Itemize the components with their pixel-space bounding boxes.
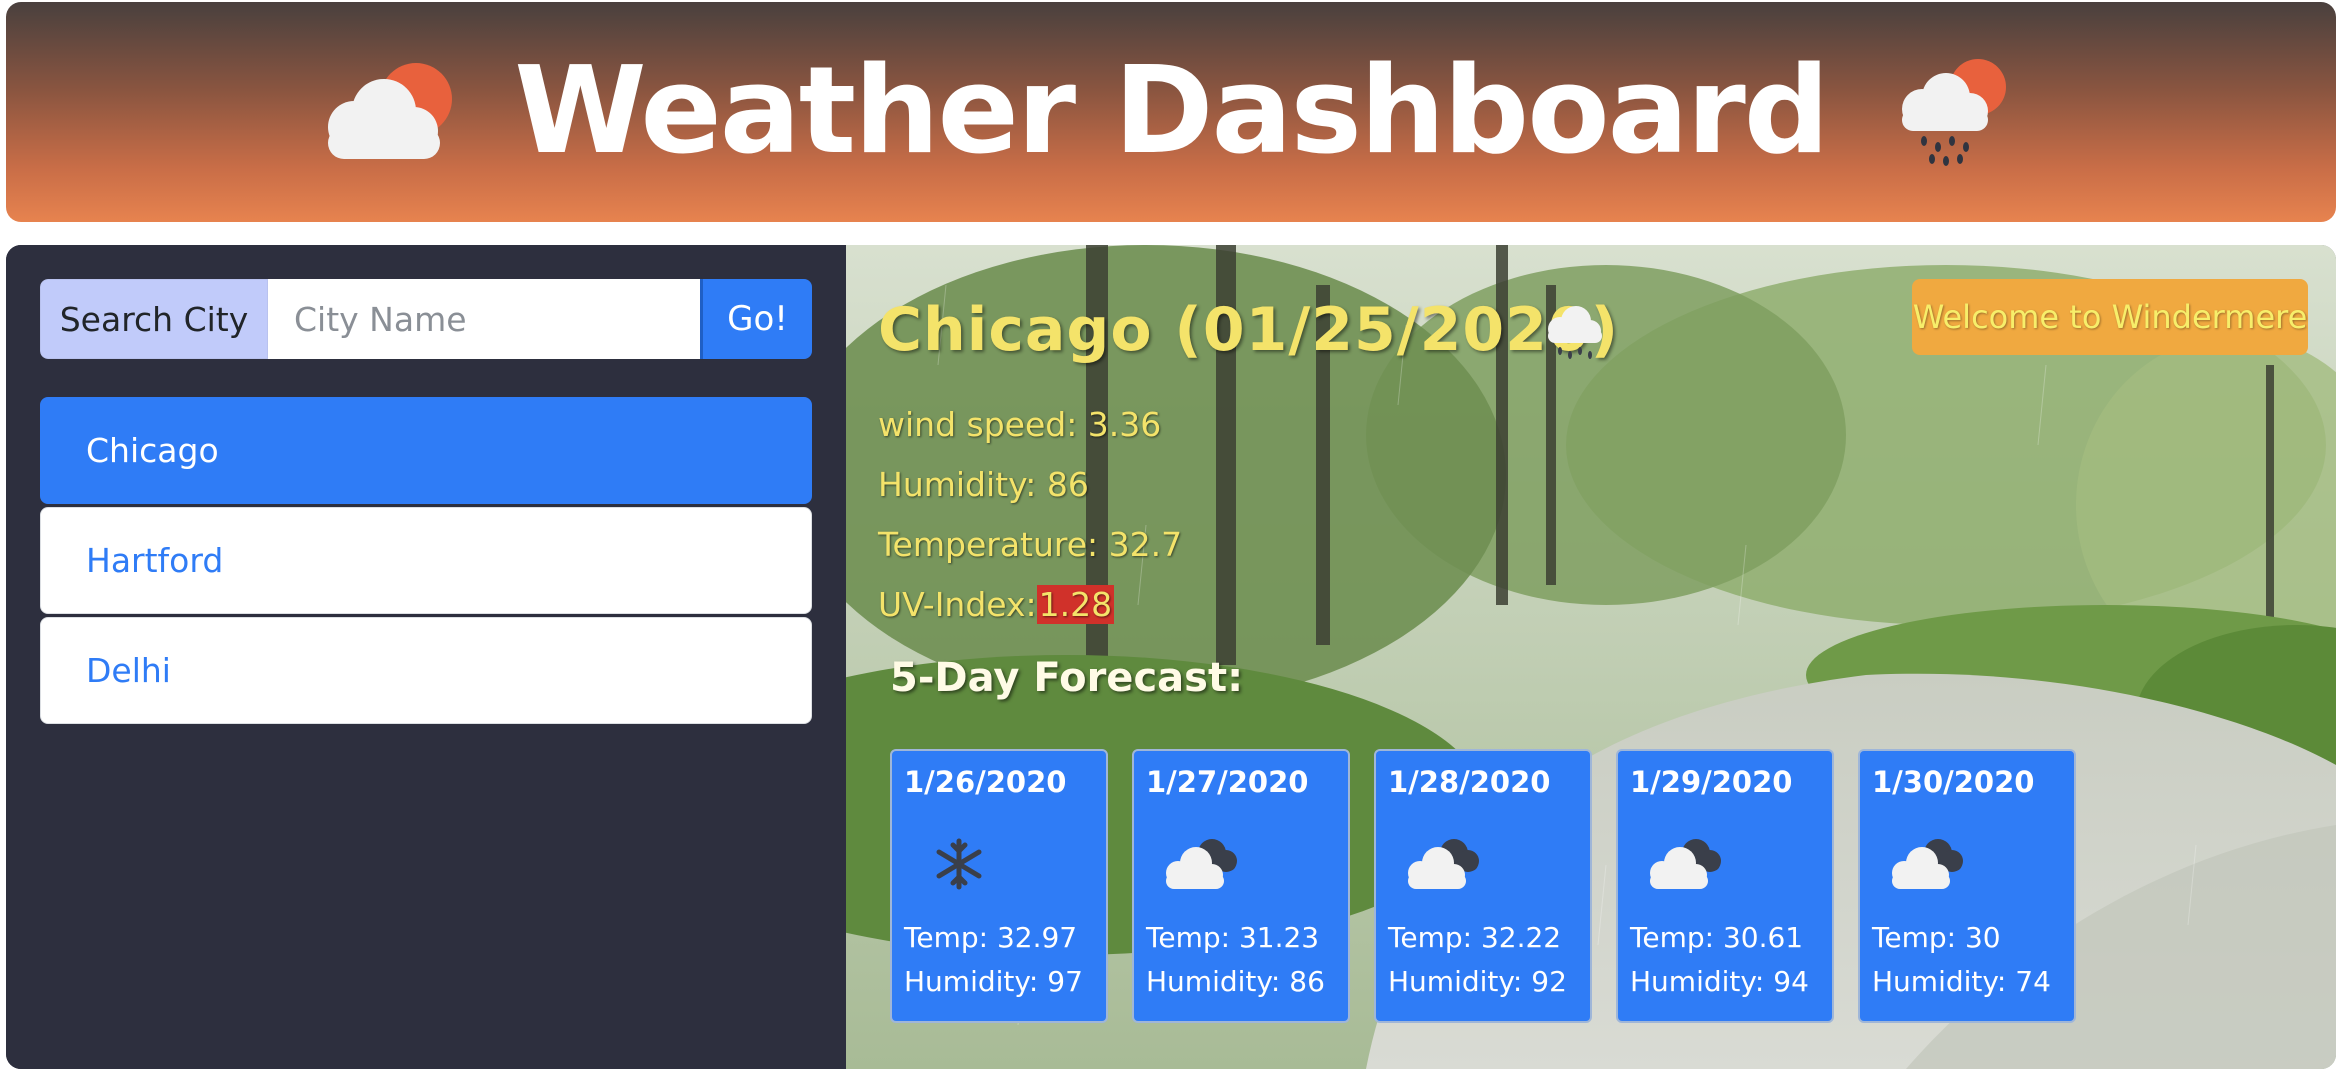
city-history-list: Chicago Hartford Delhi: [40, 397, 812, 727]
humidity: Humidity: 86: [878, 465, 1089, 504]
search-label: Search City: [40, 279, 268, 359]
uv-index-label: UV-Index:: [878, 585, 1037, 624]
forecast-humidity: Humidity: 92: [1388, 965, 1567, 998]
temperature: Temperature: 32.7: [878, 525, 1183, 564]
forecast-date: 1/29/2020: [1630, 765, 1793, 799]
forecast-date: 1/27/2020: [1146, 765, 1309, 799]
sidebar: Search City Go! Chicago Hartford Delhi: [6, 245, 846, 1069]
main-area: Search City Go! Chicago Hartford Delhi: [6, 245, 2336, 1069]
forecast-humidity: Humidity: 94: [1630, 965, 1809, 998]
forecast-humidity: Humidity: 97: [904, 965, 1083, 998]
current-city-title: Chicago (01/25/2020): [878, 295, 1620, 365]
forecast-card: 1/30/2020 Temp: 30 Humidity: 74: [1858, 749, 2076, 1023]
snowflake-icon: [936, 838, 982, 890]
broken-clouds-icon: [1892, 839, 1963, 889]
welcome-banner: Welcome to Windermere: [1912, 279, 2308, 355]
broken-clouds-icon: [1166, 839, 1237, 889]
forecast-heading: 5-Day Forecast:: [890, 655, 1244, 701]
forecast-date: 1/28/2020: [1388, 765, 1551, 799]
cloud-rain-icon: [1548, 306, 1602, 359]
app-header: Weather Dashboard: [6, 2, 2336, 222]
wind-speed: wind speed: 3.36: [878, 405, 1162, 444]
cloud-sun-rain-icon: [1901, 59, 2006, 166]
cloud-sun-icon: [328, 63, 453, 159]
forecast-temp: Temp: 30: [1872, 921, 2001, 954]
forecast-date: 1/30/2020: [1872, 765, 2035, 799]
forecast-card: 1/26/2020 Temp: 32.97 Humidity: 97: [890, 749, 1108, 1023]
forecast-date: 1/26/2020: [904, 765, 1067, 799]
uv-index-badge: 1.28: [1036, 585, 1115, 624]
uv-index: UV-Index:1.28: [878, 585, 1115, 624]
go-button[interactable]: Go!: [700, 279, 812, 359]
broken-clouds-icon: [1650, 839, 1721, 889]
forecast-temp: Temp: 32.97: [904, 921, 1078, 954]
forecast-temp: Temp: 30.61: [1630, 921, 1804, 954]
broken-clouds-icon: [1408, 839, 1479, 889]
forecast-humidity: Humidity: 86: [1146, 965, 1325, 998]
forecast-card: 1/27/2020 Temp: 31.23 Humidity: 86: [1132, 749, 1350, 1023]
page-title: Weather Dashboard: [514, 42, 1829, 181]
forecast-card: 1/29/2020 Temp: 30.61 Humidity: 94: [1616, 749, 1834, 1023]
city-search-input[interactable]: [268, 279, 700, 359]
forecast-card: 1/28/2020 Temp: 32.22 Humidity: 92: [1374, 749, 1592, 1023]
city-item-delhi[interactable]: Delhi: [40, 617, 812, 724]
city-item-hartford[interactable]: Hartford: [40, 507, 812, 614]
search-group: Search City Go!: [40, 279, 812, 359]
weather-panel: Chicago (01/25/2020) Welcome to Winderme…: [846, 245, 2336, 1069]
forecast-temp: Temp: 32.22: [1388, 921, 1562, 954]
forecast-temp: Temp: 31.23: [1146, 921, 1320, 954]
city-item-chicago[interactable]: Chicago: [40, 397, 812, 504]
forecast-humidity: Humidity: 74: [1872, 965, 2051, 998]
